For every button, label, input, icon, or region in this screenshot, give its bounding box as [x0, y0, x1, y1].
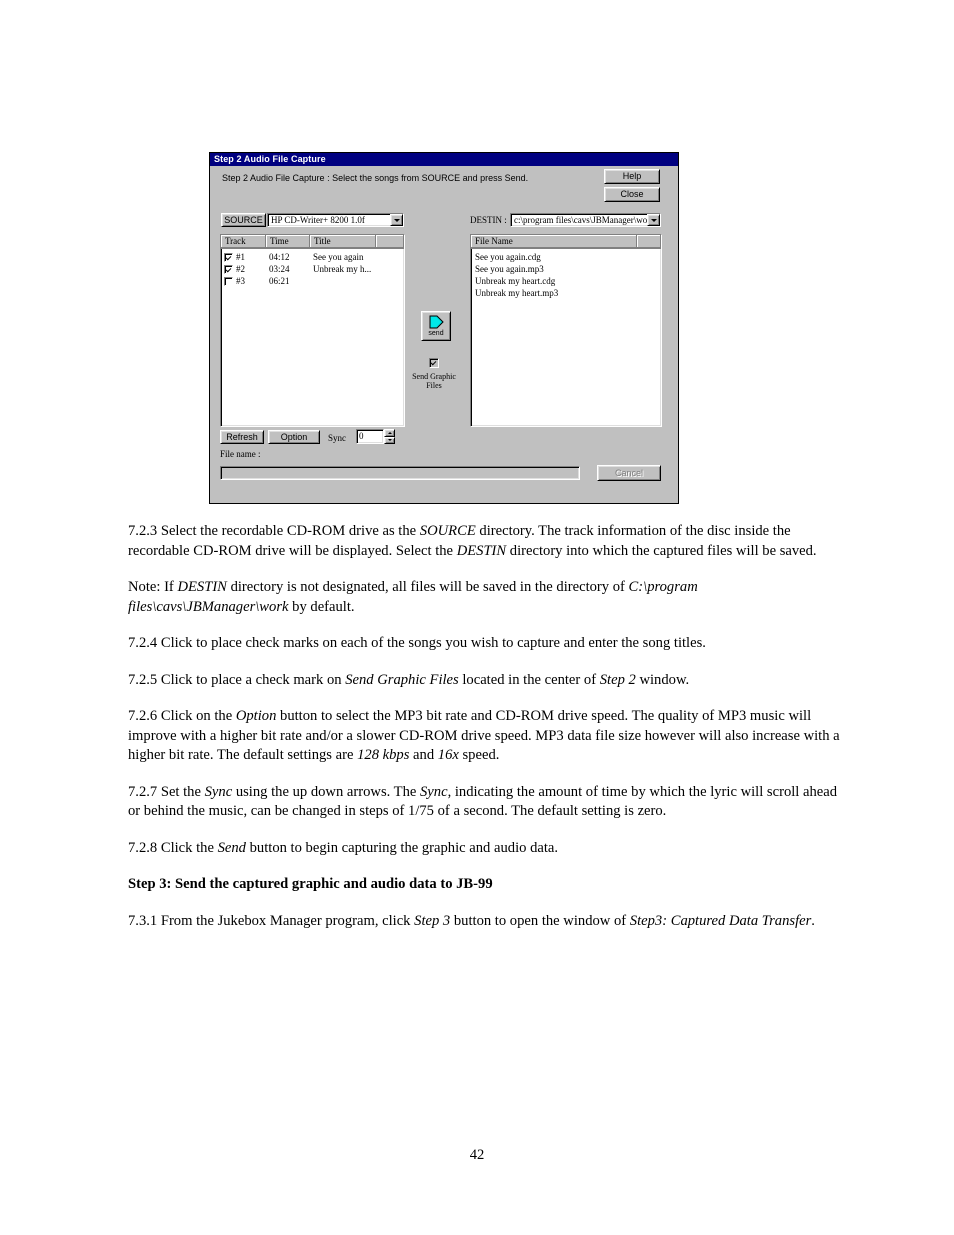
file-name-field	[220, 466, 580, 480]
source-drive-dropdown[interactable]: HP CD-Writer+ 8200 1.0f	[267, 213, 404, 227]
send-button-label: send	[428, 330, 444, 337]
list-item[interactable]: See you again.cdg	[471, 251, 661, 263]
track-time: 03:24	[269, 264, 290, 274]
file-name: Unbreak my heart.cdg	[475, 276, 556, 286]
column-header-track[interactable]: Track	[221, 235, 266, 248]
track-checkbox[interactable]	[224, 276, 233, 286]
paragraph-p-step3: Step 3: Send the captured graphic and au…	[128, 876, 493, 892]
table-row[interactable]: #3 06:21	[221, 275, 404, 287]
send-graphic-files-checkbox[interactable]	[429, 358, 439, 368]
send-graphic-files-label: Send Graphic Files	[412, 372, 456, 390]
paragraph-p-note: Note: If DESTIN directory is not designa…	[128, 579, 698, 615]
track-listview-header: Track Time Title	[221, 235, 404, 249]
column-header-time[interactable]: Time	[266, 235, 310, 248]
file-name: See you again.cdg	[475, 252, 541, 262]
track-title[interactable]: Unbreak my h...	[310, 264, 404, 274]
list-item[interactable]: Unbreak my heart.mp3	[471, 287, 661, 299]
column-header-title[interactable]: Title	[310, 235, 376, 248]
paragraph-p-727: 7.2.7 Set the Sync using the up down arr…	[128, 783, 838, 820]
track-time: 04:12	[269, 252, 290, 262]
option-button[interactable]: Option	[268, 430, 320, 444]
dialog-titlebar: Step 2 Audio File Capture	[210, 153, 678, 166]
file-name: Unbreak my heart.mp3	[475, 288, 559, 298]
chevron-down-icon[interactable]	[390, 214, 403, 226]
destination-file-listview[interactable]: File Name See you again.cdg See you agai…	[470, 234, 662, 427]
help-button[interactable]: Help	[604, 169, 660, 184]
list-item[interactable]: Unbreak my heart.cdg	[471, 275, 661, 287]
paragraph-p-723: 7.2.3 Select the recordable CD-ROM drive…	[128, 523, 817, 559]
sync-stepper-down[interactable]	[384, 436, 395, 444]
column-header-spacer	[376, 235, 404, 248]
sync-input[interactable]: 0	[356, 429, 384, 444]
refresh-button[interactable]: Refresh	[220, 430, 264, 444]
dialog-instruction-text: Step 2 Audio File Capture : Select the s…	[222, 173, 529, 183]
table-row[interactable]: #1 04:12 See you again	[221, 251, 404, 263]
track-time: 06:21	[269, 276, 290, 286]
track-number: #1	[236, 252, 245, 262]
table-row[interactable]: #2 03:24 Unbreak my h...	[221, 263, 404, 275]
document-body: 7.2.3 Select the recordable CD-ROM drive…	[128, 522, 844, 948]
file-name: See you again.mp3	[475, 264, 544, 274]
cancel-button: Cancel	[597, 465, 661, 481]
paragraph-p-726: 7.2.6 Click on the Option button to sele…	[128, 708, 840, 763]
track-listview[interactable]: Track Time Title #1 04:12 See you again …	[220, 234, 405, 427]
sync-label: Sync	[328, 433, 346, 443]
track-checkbox[interactable]	[224, 264, 233, 274]
destin-directory-value: c:\program files\cavs\JBManager\wo	[514, 215, 647, 225]
track-row-track: #3	[221, 276, 266, 286]
source-button[interactable]: SOURCE	[221, 213, 266, 227]
paragraph-p-728: 7.2.8 Click the Send button to begin cap…	[128, 839, 559, 856]
paragraph-p-724: 7.2.4 Click to place check marks on each…	[128, 635, 706, 651]
sync-stepper-up[interactable]	[384, 429, 395, 437]
file-listview-rows: See you again.cdg See you again.mp3 Unbr…	[471, 249, 661, 299]
track-checkbox[interactable]	[224, 252, 233, 262]
paragraph-p-725: 7.2.5 Click to place a check mark on Sen…	[128, 671, 690, 688]
destin-directory-dropdown[interactable]: c:\program files\cavs\JBManager\wo	[510, 213, 661, 227]
track-title[interactable]: See you again	[310, 252, 404, 262]
file-listview-header: File Name	[471, 235, 661, 249]
track-number: #3	[236, 276, 245, 286]
track-listview-rows: #1 04:12 See you again #2 03:24 Unbreak …	[221, 249, 404, 287]
column-header-file-name[interactable]: File Name	[471, 235, 637, 248]
column-header-spacer	[637, 235, 661, 248]
track-row-track: #2	[221, 264, 266, 274]
right-arrow-icon	[429, 315, 444, 329]
track-number: #2	[236, 264, 245, 274]
track-row-track: #1	[221, 252, 266, 262]
paragraph-p-731: 7.3.1 From the Jukebox Manager program, …	[128, 912, 815, 929]
destin-label: DESTIN :	[470, 215, 507, 225]
sync-value: 0	[359, 431, 364, 441]
file-name-label: File name :	[220, 449, 261, 459]
sync-stepper[interactable]	[384, 429, 395, 444]
list-item[interactable]: See you again.mp3	[471, 263, 661, 275]
source-drive-value: HP CD-Writer+ 8200 1.0f	[271, 215, 365, 225]
close-button[interactable]: Close	[604, 187, 660, 202]
send-button[interactable]: send	[421, 311, 451, 341]
page-number: 42	[469, 1147, 485, 1163]
chevron-down-icon[interactable]	[647, 214, 660, 226]
